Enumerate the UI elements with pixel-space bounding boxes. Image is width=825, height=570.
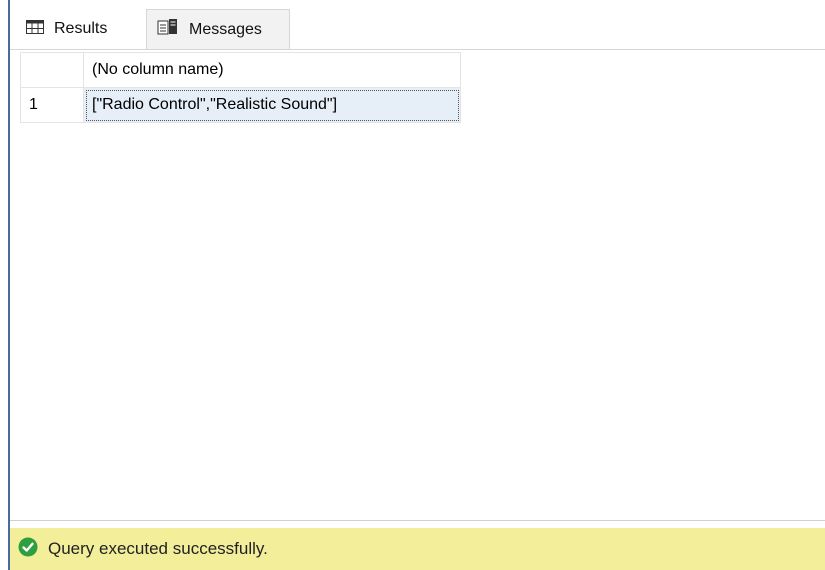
- tab-results[interactable]: Results: [14, 9, 144, 49]
- row-number[interactable]: 1: [20, 87, 84, 123]
- results-tab-bar: Results Messages: [10, 9, 825, 50]
- tab-messages-label: Messages: [189, 20, 262, 38]
- success-check-icon: [18, 537, 48, 562]
- status-bar: Query executed successfully.: [10, 528, 825, 570]
- results-grid: (No column name) 1 ["Radio Control","Rea…: [20, 52, 461, 123]
- tab-results-label: Results: [54, 20, 108, 37]
- column-header[interactable]: (No column name): [83, 52, 461, 88]
- row-number-header[interactable]: [20, 52, 84, 88]
- grid-cell[interactable]: ["Radio Control","Realistic Sound"]: [83, 87, 461, 123]
- status-text: Query executed successfully.: [48, 539, 268, 558]
- table-row[interactable]: 1 ["Radio Control","Realistic Sound"]: [20, 87, 461, 123]
- messages-icon: [157, 18, 179, 41]
- tab-messages[interactable]: Messages: [146, 9, 290, 49]
- divider: [10, 520, 825, 521]
- grid-header-row: (No column name): [20, 52, 461, 88]
- results-pane: Results Messages (No column name) 1 ["Ra…: [8, 0, 825, 570]
- grid-icon: [26, 19, 44, 39]
